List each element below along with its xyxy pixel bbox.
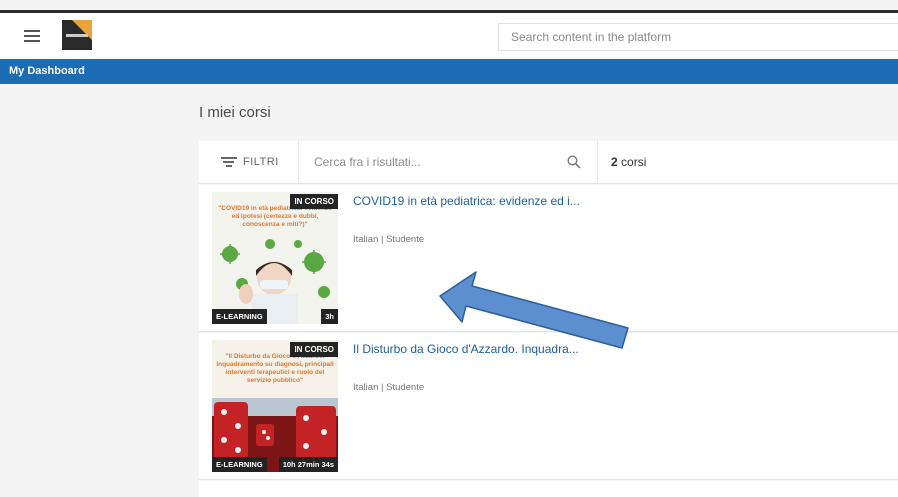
course-count-number: 2 (611, 155, 618, 169)
course-row: "COVID19 in età pediatrica: evidenze ed … (199, 185, 898, 332)
course-list-toolbar: FILTRI Cerca fra i risultati... 2 corsi (199, 141, 898, 184)
list-footer (199, 481, 898, 497)
duration-badge: 3h (321, 309, 338, 324)
left-sidebar (9, 84, 197, 497)
filter-button[interactable]: FILTRI (199, 141, 299, 184)
page-title: I miei corsi (199, 104, 271, 121)
search-icon[interactable] (567, 155, 581, 169)
course-row: "Il Disturbo da Gioco d'Azzardo. Inquadr… (199, 333, 898, 480)
dashboard-nav-bar: My Dashboard (0, 59, 898, 84)
thumbnail-header (215, 194, 216, 199)
global-search-input[interactable]: Search content in the platform (498, 23, 898, 51)
duration-badge: 10h 27min 34s (278, 457, 338, 472)
status-badge: IN CORSO (290, 194, 338, 209)
thumbnail-header (215, 342, 216, 347)
toolbar-divider (597, 141, 598, 184)
platform-logo[interactable] (62, 20, 92, 50)
status-badge: IN CORSO (290, 342, 338, 357)
type-badge: E-LEARNING (212, 309, 267, 324)
course-meta: Italian | Studente (353, 382, 425, 393)
course-count: 2 corsi (611, 155, 646, 169)
type-badge: E-LEARNING (212, 457, 267, 472)
top-header: Search content in the platform (0, 13, 898, 59)
course-title-link[interactable]: Il Disturbo da Gioco d'Azzardo. Inquadra… (353, 342, 579, 356)
filter-icon (221, 157, 237, 168)
course-title-link[interactable]: COVID19 in età pediatrica: evidenze ed i… (353, 194, 580, 208)
course-meta: Italian | Studente (353, 234, 425, 245)
my-dashboard-link[interactable]: My Dashboard (9, 65, 85, 77)
results-search-input[interactable]: Cerca fra i risultati... (314, 155, 421, 169)
thumbnail-headline: "Il Disturbo da Gioco d'Azzardo. Inquadr… (216, 353, 334, 384)
course-count-label: corsi (621, 155, 647, 169)
filter-label: FILTRI (243, 156, 279, 168)
course-thumbnail[interactable]: "COVID19 in età pediatrica: evidenze ed … (212, 192, 338, 324)
course-thumbnail[interactable]: "Il Disturbo da Gioco d'Azzardo. Inquadr… (212, 340, 338, 472)
hamburger-menu-icon[interactable] (24, 30, 40, 42)
